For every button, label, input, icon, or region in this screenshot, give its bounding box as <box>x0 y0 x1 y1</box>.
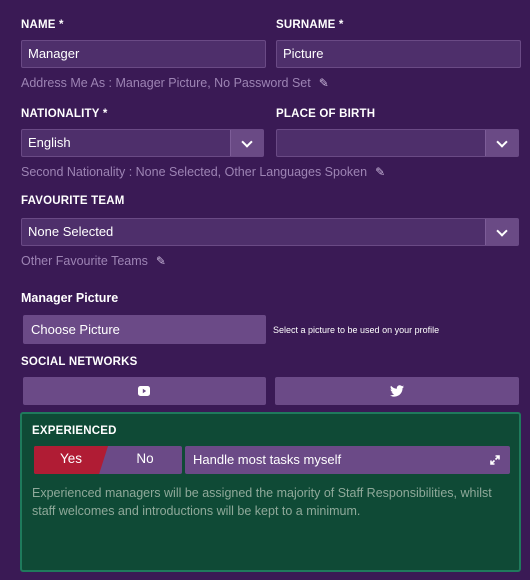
chevron-down-icon <box>496 136 508 148</box>
name-label: NAME * <box>21 19 64 31</box>
address-hint[interactable]: Address Me As : Manager Picture, No Pass… <box>21 76 329 90</box>
favourite-hint-text: Other Favourite Teams <box>21 254 148 268</box>
experience-toggle[interactable]: Yes No <box>34 446 182 474</box>
place-of-birth-dropdown-button[interactable] <box>485 130 518 156</box>
nationality-hint-text: Second Nationality : None Selected, Othe… <box>21 165 368 179</box>
favourite-team-value: None Selected <box>28 224 114 239</box>
choose-picture-button[interactable]: Choose Picture <box>23 315 266 344</box>
nationality-select[interactable]: English <box>21 129 264 157</box>
experience-description: Experienced managers will be assigned th… <box>32 486 492 518</box>
edit-pencil-icon[interactable]: ✎ <box>319 76 329 90</box>
place-of-birth-label: PLACE OF BIRTH <box>276 108 376 120</box>
expand-icon <box>490 455 500 465</box>
twitter-icon <box>390 385 404 397</box>
task-handling-dropdown[interactable]: Handle most tasks myself <box>185 446 510 474</box>
favourite-team-dropdown-button[interactable] <box>485 219 518 245</box>
address-hint-text: Address Me As : Manager Picture, No Pass… <box>21 76 311 90</box>
nationality-hint[interactable]: Second Nationality : None Selected, Othe… <box>21 165 385 179</box>
youtube-icon <box>138 386 150 396</box>
experience-panel: EXPERIENCED Yes No Handle most tasks mys… <box>20 412 521 572</box>
favourite-team-select[interactable]: None Selected <box>21 218 519 246</box>
name-field[interactable]: Manager <box>21 40 266 68</box>
favourite-team-label: FAVOURITE TEAM <box>21 195 125 207</box>
chevron-down-icon <box>496 225 508 237</box>
picture-note: Select a picture to be used on your prof… <box>273 325 440 335</box>
edit-pencil-icon[interactable]: ✎ <box>375 165 385 179</box>
edit-pencil-icon[interactable]: ✎ <box>156 254 166 268</box>
task-handling-value: Handle most tasks myself <box>193 452 342 467</box>
nationality-value: English <box>28 135 71 150</box>
surname-field[interactable]: Picture <box>276 40 521 68</box>
surname-label: SURNAME * <box>276 19 344 31</box>
chevron-down-icon <box>241 136 253 148</box>
manager-picture-label: Manager Picture <box>21 291 119 305</box>
no-option[interactable]: No <box>108 446 182 474</box>
place-of-birth-select[interactable] <box>276 129 519 157</box>
experienced-label: EXPERIENCED <box>32 425 117 437</box>
youtube-button[interactable] <box>23 377 266 405</box>
nationality-dropdown-button[interactable] <box>230 130 263 156</box>
nationality-label: NATIONALITY * <box>21 108 108 120</box>
yes-option[interactable]: Yes <box>34 446 108 474</box>
favourite-hint[interactable]: Other Favourite Teams ✎ <box>21 254 166 268</box>
social-networks-label: SOCIAL NETWORKS <box>21 356 138 368</box>
twitter-button[interactable] <box>275 377 519 405</box>
